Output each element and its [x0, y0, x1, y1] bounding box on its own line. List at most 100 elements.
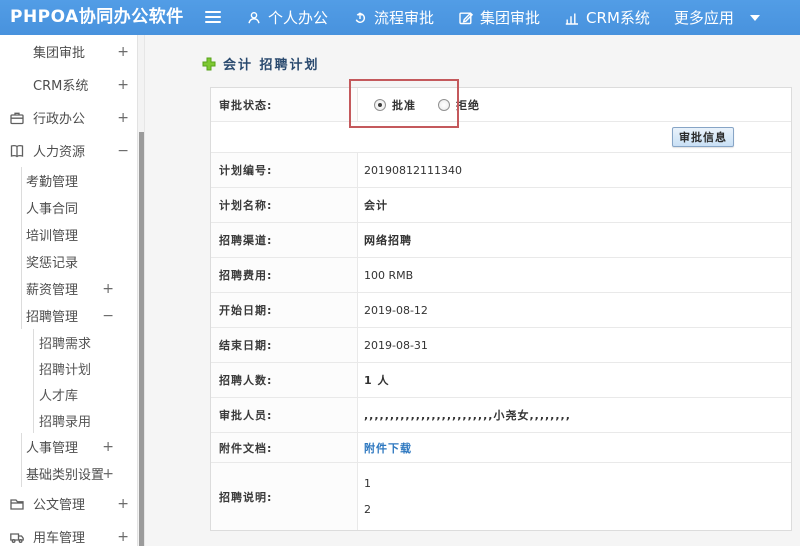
sidebar-item-label: 人力资源 [33, 145, 86, 160]
field-value: 网络招聘 [364, 234, 412, 247]
field-value: 12 [358, 463, 791, 530]
field-row-plan-name: 计划名称: 会计 [211, 188, 791, 223]
sidebar-item-label: 集团审批 [33, 46, 86, 61]
field-label: 结束日期: [211, 328, 358, 362]
sidebar-item-奖惩记录[interactable]: 奖惩记录 [21, 248, 144, 275]
collapse-icon[interactable]: − [102, 308, 114, 324]
hamburger-menu-icon[interactable] [205, 10, 221, 24]
top-nav: 个人办公 流程审批 集团审批 CRM系统 更多应用 [246, 0, 784, 35]
expand-icon[interactable]: + [117, 110, 129, 126]
field-value: 会计 [364, 199, 388, 212]
nav-item-3[interactable]: 集团审批 [458, 7, 540, 28]
sidebar-item-label: 招聘计划 [39, 362, 92, 378]
sidebar-item-培训管理[interactable]: 培训管理 [21, 221, 144, 248]
field-label: 审批状态: [211, 88, 358, 121]
field-row-end-date: 结束日期: 2019-08-31 [211, 328, 791, 363]
nav-item-2[interactable]: 流程审批 [352, 7, 434, 28]
nav-item-5[interactable]: 更多应用 [674, 7, 760, 28]
expand-icon[interactable]: + [102, 439, 114, 455]
sidebar-item-label: 招聘录用 [39, 414, 92, 430]
sidebar-item-薪资管理[interactable]: 薪资管理 + [21, 275, 144, 302]
field-row-start-date: 开始日期: 2019-08-12 [211, 293, 791, 328]
caret-down-icon[interactable] [749, 14, 760, 21]
page-title: 会计 招聘计划 [202, 54, 320, 73]
sidebar-item-label: 人事管理 [26, 441, 79, 456]
nav-item-label: CRM系统 [586, 9, 650, 27]
sidebar-menu: 集团审批 + CRM系统 + 行政办公 + 人力资源 − 考勤管理人事合同培训管理奖惩记录薪资管… [0, 35, 144, 546]
expand-icon[interactable]: + [117, 77, 129, 93]
field-label: 招聘人数: [211, 363, 358, 397]
sidebar-item-招聘管理[interactable]: 招聘管理 − [21, 302, 144, 329]
top-bar: PHPOA协同办公软件 个人办公 流程审批 集团审批 CRM系统 更多应用 [0, 0, 800, 35]
field-label: 附件文档: [211, 433, 358, 462]
radio-approve[interactable]: 批准 [374, 97, 416, 113]
plus-icon [202, 57, 216, 70]
description-line: 1 [364, 476, 371, 490]
approval-button-row: 审批信息 [211, 122, 791, 153]
sidebar-item-label: 人事合同 [26, 202, 79, 217]
field-value: 1 人 [364, 374, 390, 387]
sidebar-item-招聘录用[interactable]: 招聘录用 [33, 407, 144, 433]
sidebar-item-公文管理[interactable]: 公文管理 + [0, 487, 144, 520]
sidebar-item-label: 招聘需求 [39, 336, 92, 352]
sidebar-item-考勤管理[interactable]: 考勤管理 [21, 167, 144, 194]
field-label: 开始日期: [211, 293, 358, 327]
field-value: 2019-08-31 [364, 338, 428, 352]
sidebar-item-招聘计划[interactable]: 招聘计划 [33, 355, 144, 381]
collapse-icon[interactable]: − [117, 143, 129, 159]
approval-options: 批准 拒绝 [358, 88, 791, 121]
field-row-description: 招聘说明: 1 2 [211, 463, 791, 530]
sidebar-item-CRM系统[interactable]: CRM系统 + [0, 68, 144, 101]
nav-item-1[interactable]: 个人办公 [246, 7, 328, 28]
edit-icon [9, 44, 25, 60]
field-row-attachment: 附件文档: 附件下载 [211, 433, 791, 463]
book-icon [9, 143, 25, 159]
field-label: 计划名称: [211, 188, 358, 222]
field-value: 附件下载 [358, 433, 791, 462]
field-label: 审批人员: [211, 398, 358, 432]
sidebar-item-label: 招聘管理 [26, 310, 79, 325]
sidebar-item-人力资源[interactable]: 人力资源 − [0, 134, 144, 167]
attachment-download-link[interactable]: 附件下载 [364, 440, 412, 456]
nav-item-4[interactable]: CRM系统 [564, 7, 650, 28]
sidebar-item-label: 行政办公 [33, 112, 86, 127]
field-row-approvers: 审批人员: ,,,,,,,,,,,,,,,,,,,,,,,,,小尧女,,,,,,,… [211, 398, 791, 433]
sidebar-item-行政办公[interactable]: 行政办公 + [0, 101, 144, 134]
field-value: 2019-08-12 [364, 303, 428, 317]
field-row-fee: 招聘费用: 100 RMB [211, 258, 791, 293]
sidebar-item-基础类别设置[interactable]: 基础类别设置 + [21, 460, 144, 487]
sidebar-scrollbar[interactable] [137, 35, 144, 546]
field-label: 计划编号: [211, 153, 358, 187]
expand-icon[interactable]: + [102, 466, 114, 482]
nav-item-label: 更多应用 [673, 9, 734, 27]
field-value: 100 RMB [364, 268, 414, 282]
main-content: 会计 招聘计划 审批状态: 批准 拒绝 审批信息 计划编号: 201908121… [145, 35, 800, 546]
radio-reject[interactable]: 拒绝 [438, 97, 480, 113]
sidebar-item-人事管理[interactable]: 人事管理 + [21, 433, 144, 460]
field-row-headcount: 招聘人数: 1 人 [211, 363, 791, 398]
sidebar-item-人事合同[interactable]: 人事合同 [21, 194, 144, 221]
nav-item-label: 流程审批 [374, 9, 435, 27]
sidebar-item-label: 基础类别设置 [26, 468, 105, 483]
sidebar: 集团审批 + CRM系统 + 行政办公 + 人力资源 − 考勤管理人事合同培训管理奖惩记录薪资管… [0, 35, 145, 546]
expand-icon[interactable]: + [117, 44, 129, 60]
sidebar-item-招聘需求[interactable]: 招聘需求 [33, 329, 144, 355]
chart-icon [9, 77, 25, 93]
field-row-channel: 招聘渠道: 网络招聘 [211, 223, 791, 258]
expand-icon[interactable]: + [117, 529, 129, 545]
sidebar-item-label: CRM系统 [33, 79, 89, 94]
field-label: 招聘渠道: [211, 223, 358, 257]
sidebar-item-人才库[interactable]: 人才库 [33, 381, 144, 407]
approval-info-button[interactable]: 审批信息 [672, 127, 734, 147]
field-label: 招聘说明: [211, 463, 358, 530]
scrollbar-thumb[interactable] [139, 132, 144, 546]
sidebar-item-label: 奖惩记录 [26, 256, 79, 271]
expand-icon[interactable]: + [117, 496, 129, 512]
sidebar-item-label: 考勤管理 [26, 175, 79, 190]
sidebar-item-用车管理[interactable]: 用车管理 + [0, 520, 144, 546]
radio-reject-icon[interactable] [438, 98, 450, 111]
radio-approve-icon[interactable] [374, 98, 386, 111]
briefcase-icon [9, 110, 25, 126]
sidebar-item-集团审批[interactable]: 集团审批 + [0, 35, 144, 68]
expand-icon[interactable]: + [102, 281, 114, 297]
